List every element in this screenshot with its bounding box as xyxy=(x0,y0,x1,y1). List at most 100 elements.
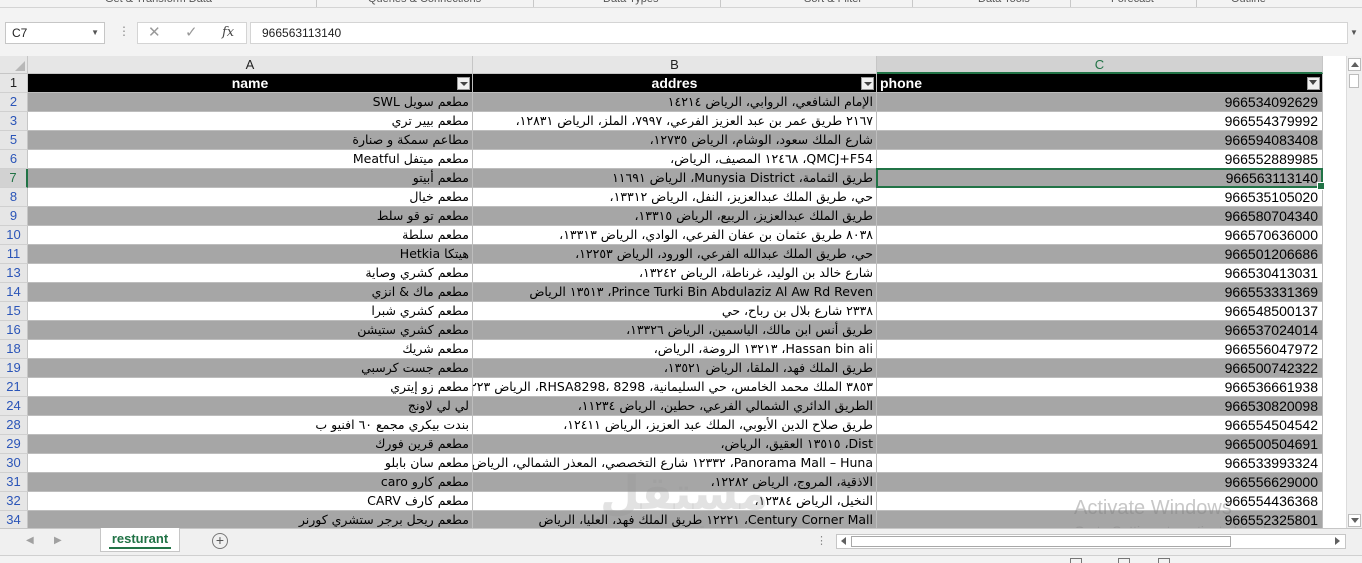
cell-name[interactable]: مطعم أبيتو xyxy=(28,169,473,188)
filter-applied-icon[interactable] xyxy=(1307,77,1320,90)
row-header[interactable]: 11 xyxy=(0,245,28,264)
cell-phone[interactable]: 966537024014 xyxy=(877,321,1323,340)
cell-address[interactable]: Century Corner Mall، ١٢٢٢١ طريق الملك فه… xyxy=(473,511,877,528)
cell-name[interactable]: مطعم شريك xyxy=(28,340,473,359)
row-header[interactable]: 5 xyxy=(0,131,28,150)
horizontal-scroll-thumb[interactable] xyxy=(851,536,1231,547)
cell-phone[interactable]: 966570636000 xyxy=(877,226,1323,245)
cell-phone[interactable]: 966535105020 xyxy=(877,188,1323,207)
cell-name[interactable]: مطعم قرين فورك xyxy=(28,435,473,454)
scroll-left-icon[interactable] xyxy=(839,536,850,547)
row-header[interactable]: 24 xyxy=(0,397,28,416)
row-header[interactable]: 28 xyxy=(0,416,28,435)
scroll-up-icon[interactable] xyxy=(1348,58,1361,71)
row-header[interactable]: 10 xyxy=(0,226,28,245)
row-header[interactable]: 19 xyxy=(0,359,28,378)
cell-address[interactable]: QMCJ+F54، ١٢٤٦٨ المصيف، الرياض، xyxy=(473,150,877,169)
cell-name[interactable]: مطاعم سمكة و صنارة xyxy=(28,131,473,150)
cell-name[interactable]: مطعم تو قو سلط xyxy=(28,207,473,226)
table-header-cell[interactable]: addres xyxy=(473,74,877,93)
cell-name[interactable]: هيتكا Hetkia xyxy=(28,245,473,264)
plus-circle-icon[interactable]: + xyxy=(212,533,228,549)
cell-name[interactable]: مطعم كشري ستيشن xyxy=(28,321,473,340)
cell-name[interactable]: مطعم ريحل برجر ستشري كورنر xyxy=(28,511,473,528)
cell-address[interactable]: ٨٠٣٨ طريق عثمان بن عفان الفرعي، الوادي، … xyxy=(473,226,877,245)
row-header[interactable]: 32 xyxy=(0,492,28,511)
cell-phone[interactable]: 966500504691 xyxy=(877,435,1323,454)
cell-name[interactable]: مطعم خيال xyxy=(28,188,473,207)
column-header-c[interactable]: C xyxy=(877,56,1323,74)
row-header[interactable]: 6 xyxy=(0,150,28,169)
select-all-corner[interactable] xyxy=(0,56,28,74)
vertical-scroll-thumb[interactable] xyxy=(1349,74,1359,88)
cell-name[interactable]: مطعم كارو caro xyxy=(28,473,473,492)
cell-phone[interactable]: 966552889985 xyxy=(877,150,1323,169)
cell-phone[interactable]: 966533993324 xyxy=(877,454,1323,473)
filter-dropdown-icon[interactable] xyxy=(861,77,874,90)
cell-address[interactable]: ٣٨٥٣ الملك محمد الخامس، حي السليمانية، R… xyxy=(473,378,877,397)
horizontal-scrollbar[interactable] xyxy=(836,534,1346,549)
cell-name[interactable]: لي لي لاونج xyxy=(28,397,473,416)
cell-name[interactable]: بندت بيكري مجمع ٦٠ افنيو ب xyxy=(28,416,473,435)
row-header[interactable]: 3 xyxy=(0,112,28,131)
cell-name[interactable]: مطعم سلطة xyxy=(28,226,473,245)
close-icon[interactable]: ✕ xyxy=(148,23,161,43)
vertical-scrollbar[interactable] xyxy=(1346,56,1362,528)
cell-address[interactable]: طريق أنس ابن مالك، الياسمين، الرياض ١٣٣٢… xyxy=(473,321,877,340)
cell-phone[interactable]: 966554379992 xyxy=(877,112,1323,131)
cell-phone[interactable]: 966534092629 xyxy=(877,93,1323,112)
row-header[interactable]: 7 xyxy=(0,169,28,188)
sheet-tab-resturant[interactable]: resturant xyxy=(100,528,180,552)
cell-name[interactable]: مطعم كشري وصاية xyxy=(28,264,473,283)
expand-formula-bar-icon[interactable]: ▼ xyxy=(1350,28,1358,37)
cell-address[interactable]: طريق الثمامة، Munysia District، الرياض ١… xyxy=(473,169,877,188)
chevron-down-icon[interactable]: ▼ xyxy=(91,23,99,43)
cell-phone[interactable]: 966536661938 xyxy=(877,378,1323,397)
cell-phone[interactable]: 966556047972 xyxy=(877,340,1323,359)
cell-phone[interactable]: 966501206686 xyxy=(877,245,1323,264)
cell-address[interactable]: طريق الملك فهد، الملقا، الرياض ١٣٥٢١، xyxy=(473,359,877,378)
more-options-icon[interactable]: ⋮ xyxy=(118,24,130,38)
cell-address[interactable]: النخيل، الرياض ١٢٣٨٤، xyxy=(473,492,877,511)
cell-address[interactable]: ٢١٦٧ طريق عمر بن عبد العزيز الفرعي، ٧٩٩٧… xyxy=(473,112,877,131)
cell-phone[interactable]: 966554504542 xyxy=(877,416,1323,435)
cell-phone[interactable]: 966563113140 xyxy=(877,169,1323,188)
row-header[interactable]: 2 xyxy=(0,93,28,112)
cell-name[interactable]: مطعم ميتفل Meatful xyxy=(28,150,473,169)
cell-phone[interactable]: 966500742322 xyxy=(877,359,1323,378)
cell-phone[interactable]: 966554436368 xyxy=(877,492,1323,511)
scroll-down-icon[interactable] xyxy=(1348,514,1361,527)
cell-name[interactable]: مطعم سويل SWL xyxy=(28,93,473,112)
cell-phone[interactable]: 966594083408 xyxy=(877,131,1323,150)
cell-address[interactable]: Panorama Mall – Huna، ١٢٣٣٢ شارع التخصصي… xyxy=(473,454,877,473)
row-header[interactable]: 9 xyxy=(0,207,28,226)
row-header[interactable]: 34 xyxy=(0,511,28,528)
row-header[interactable]: 18 xyxy=(0,340,28,359)
table-header-cell[interactable]: phone xyxy=(877,74,1323,93)
cell-address[interactable]: Dist، ١٣٥١٥ العقيق، الرياض، xyxy=(473,435,877,454)
cell-phone[interactable]: 966556629000 xyxy=(877,473,1323,492)
cell-address[interactable]: شارع خالد بن الوليد، غرناطة، الرياض ١٣٢٤… xyxy=(473,264,877,283)
row-header[interactable]: 15 xyxy=(0,302,28,321)
scroll-right-icon[interactable] xyxy=(1332,536,1343,547)
cell-address[interactable]: حي، طريق الملك عبدالله الفرعي، الورود، ا… xyxy=(473,245,877,264)
row-header[interactable]: 30 xyxy=(0,454,28,473)
cell-address[interactable]: ٢٣٣٨ شارع بلال بن رباح، حي xyxy=(473,302,877,321)
row-header[interactable]: 31 xyxy=(0,473,28,492)
formula-input[interactable]: 966563113140 xyxy=(250,22,1348,44)
cell-phone[interactable]: 966553331369 xyxy=(877,283,1323,302)
row-header[interactable]: 1 xyxy=(0,74,28,93)
filter-dropdown-icon[interactable] xyxy=(457,77,470,90)
cell-address[interactable]: Prince Turki Bin Abdulaziz Al Aw Rd Reve… xyxy=(473,283,877,302)
cell-address[interactable]: طريق صلاح الدين الأيوبي، الملك عبد العزي… xyxy=(473,416,877,435)
page-layout-icon[interactable] xyxy=(1118,558,1130,563)
cell-address[interactable]: حي، طريق الملك عبدالعزيز، النفل، الرياض … xyxy=(473,188,877,207)
row-header[interactable]: 21 xyxy=(0,378,28,397)
column-header-b[interactable]: B xyxy=(473,56,877,74)
row-header[interactable]: 13 xyxy=(0,264,28,283)
cell-name[interactable]: مطعم سان بابلو xyxy=(28,454,473,473)
cell-name[interactable]: مطعم ماك & انزي xyxy=(28,283,473,302)
cell-address[interactable]: طريق الملك عبدالعزيز، الربيع، الرياض ١٣٣… xyxy=(473,207,877,226)
table-header-cell[interactable]: name xyxy=(28,74,473,93)
cell-address[interactable]: Hassan bin ali، ١٣٢١٣ الروضة، الرياض، xyxy=(473,340,877,359)
